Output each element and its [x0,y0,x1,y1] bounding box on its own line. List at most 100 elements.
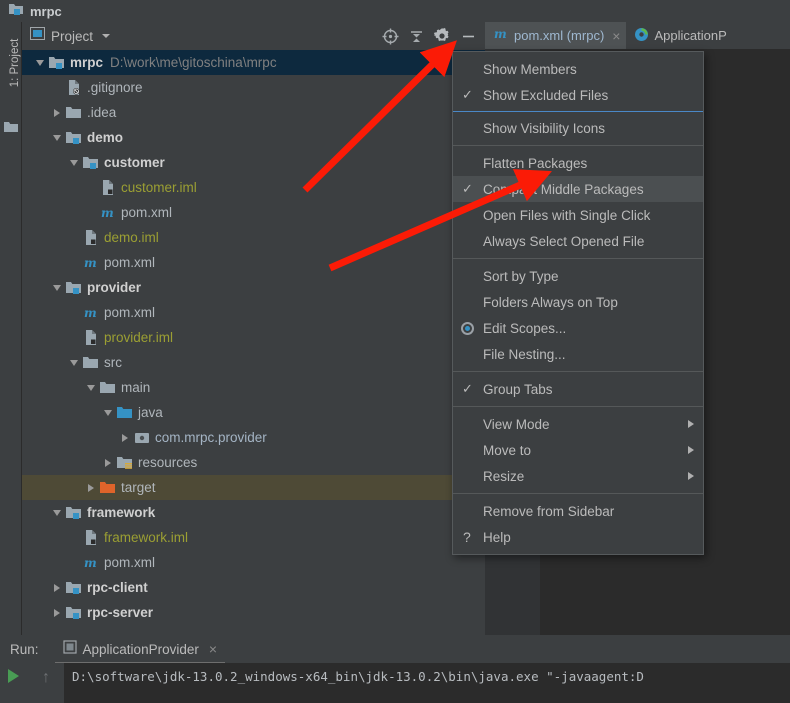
tree-node-framework-iml[interactable]: framework.iml [22,525,485,550]
chevron-down-icon[interactable] [66,150,82,175]
tree-node-label: target [121,480,156,495]
menu-item-resize[interactable]: Resize [453,463,703,489]
menu-item-file-nesting[interactable]: File Nesting... [453,341,703,367]
tree-node--idea[interactable]: .idea [22,100,485,125]
tree-node-target[interactable]: target [22,475,485,500]
menu-item-view-mode[interactable]: View Mode [453,411,703,437]
twisty-placeholder [49,75,65,100]
menu-item-show-members[interactable]: Show Members [453,56,703,82]
maven-m-icon: m [493,27,509,44]
menu-item-edit-scopes[interactable]: Edit Scopes... [453,315,703,341]
menu-item-sort-by-type[interactable]: Sort by Type [453,263,703,289]
tree-node-label: pom.xml [104,255,156,270]
chevron-down-icon[interactable] [49,275,65,300]
tree-node-src[interactable]: src [22,350,485,375]
project-options-context-menu[interactable]: Show Members ✓ Show Excluded Files Show Vis… [452,51,704,555]
project-view-label: Project [51,28,94,44]
folder-icon [4,120,18,138]
menu-item-show-visibility-icons[interactable]: Show Visibility Icons [453,115,703,141]
tree-node-label: pom.xml [121,205,173,220]
menu-item-remove-from-sidebar[interactable]: Remove from Sidebar [453,498,703,524]
run-tab-label: ApplicationProvider [82,641,199,657]
editor-tab-pom-xml-mrpc-[interactable]: m pom.xml (mrpc) × [485,22,627,49]
tree-node-java[interactable]: java [22,400,485,425]
run-scroll-up[interactable]: ↑ [28,663,64,703]
chevron-down-icon[interactable] [83,375,99,400]
editor-tab-applicationp[interactable]: ApplicationP [626,22,732,49]
chevron-right-icon[interactable] [100,450,116,475]
tree-node-framework[interactable]: framework [22,500,485,525]
module-folder-icon [82,150,100,175]
tree-node-pom-xml[interactable]: m pom.xml [22,200,485,225]
chevron-right-icon[interactable] [117,425,133,450]
folder-icon [82,350,100,375]
run-tab-applicationprovider[interactable]: ApplicationProvider × [54,636,226,664]
chevron-down-icon[interactable] [101,27,111,45]
project-panel-toolbar: Project [22,22,485,50]
project-tree[interactable]: mrpc D:\work\me\gitoschina\mrpc .gitignore… [22,50,485,635]
tree-node-rpc-server[interactable]: rpc-server [22,600,485,625]
collapse-all-icon[interactable] [403,25,429,47]
tree-node-com-mrpc-provider[interactable]: com.mrpc.provider [22,425,485,450]
intellij-window: mrpc 1: Project Project mrpc D:\work\me\… [0,0,790,703]
chevron-right-icon[interactable] [83,475,99,500]
twisty-placeholder [83,175,99,200]
chevron-down-icon[interactable] [100,400,116,425]
menu-item-move-to[interactable]: Move to [453,437,703,463]
tree-node-customer[interactable]: customer [22,150,485,175]
twisty-placeholder [66,225,82,250]
tree-node--gitignore[interactable]: .gitignore [22,75,485,100]
menu-item-always-select-opened-file[interactable]: Always Select Opened File [453,228,703,254]
tree-node-demo-iml[interactable]: demo.iml [22,225,485,250]
menu-item-label: Open Files with Single Click [483,207,651,223]
close-icon[interactable]: × [612,28,620,44]
menu-item-label: Sort by Type [483,268,559,284]
chevron-down-icon[interactable] [66,350,82,375]
menu-item-open-files-with-single-click[interactable]: Open Files with Single Click [453,202,703,228]
menu-item-label: Group Tabs [483,381,553,397]
tree-node-provider-iml[interactable]: provider.iml [22,325,485,350]
chevron-right-icon[interactable] [49,600,65,625]
menu-item-show-excluded-files[interactable]: ✓ Show Excluded Files [453,82,703,108]
menu-item-label: Folders Always on Top [483,294,618,310]
editor-tab-bar[interactable]: m pom.xml (mrpc) × ApplicationP [485,22,790,49]
left-tool-strip: 1: Project [0,22,22,635]
tree-node-mrpc[interactable]: mrpc D:\work\me\gitoschina\mrpc [22,50,485,75]
tree-node-label: rpc-server [87,605,154,620]
chevron-down-icon[interactable] [49,125,65,150]
tree-node-label: framework.iml [104,530,189,545]
tree-node-label: .idea [87,105,117,120]
chevron-down-icon[interactable] [32,50,48,75]
window-titlebar: mrpc [0,0,790,22]
run-console-output[interactable]: D:\software\jdk-13.0.2_windows-x64_bin\j… [64,663,790,703]
twisty-placeholder [66,300,82,325]
menu-item-flatten-packages[interactable]: Flatten Packages [453,150,703,176]
gear-icon[interactable] [429,25,455,47]
menu-item-compact-middle-packages[interactable]: ✓ Compact Middle Packages [453,176,703,202]
select-opened-file-icon[interactable] [377,25,403,47]
tree-node-main[interactable]: main [22,375,485,400]
tree-node-pom-xml[interactable]: m pom.xml [22,250,485,275]
tree-node-customer-iml[interactable]: customer.iml [22,175,485,200]
close-icon[interactable]: × [209,641,217,657]
svg-text:m: m [101,206,114,220]
tree-node-demo[interactable]: demo [22,125,485,150]
chevron-down-icon[interactable] [49,500,65,525]
play-icon[interactable] [8,669,19,683]
menu-item-group-tabs[interactable]: ✓ Group Tabs [453,376,703,402]
iml-file-icon [99,175,117,200]
tree-node-pom-xml[interactable]: m pom.xml [22,550,485,575]
menu-item-folders-always-on-top[interactable]: Folders Always on Top [453,289,703,315]
tree-node-provider[interactable]: provider [22,275,485,300]
chevron-right-icon[interactable] [49,575,65,600]
minimize-icon[interactable] [455,25,481,47]
menu-item-help[interactable]: ? Help [453,524,703,550]
arrow-up-icon[interactable]: ↑ [42,669,50,687]
tree-node-rpc-client[interactable]: rpc-client [22,575,485,600]
tree-node-resources[interactable]: resources [22,450,485,475]
tree-node-pom-xml[interactable]: m pom.xml [22,300,485,325]
project-view-icon [30,27,45,45]
chevron-right-icon[interactable] [49,100,65,125]
maven-m-icon: m [82,250,100,275]
svg-text:m: m [84,306,97,320]
